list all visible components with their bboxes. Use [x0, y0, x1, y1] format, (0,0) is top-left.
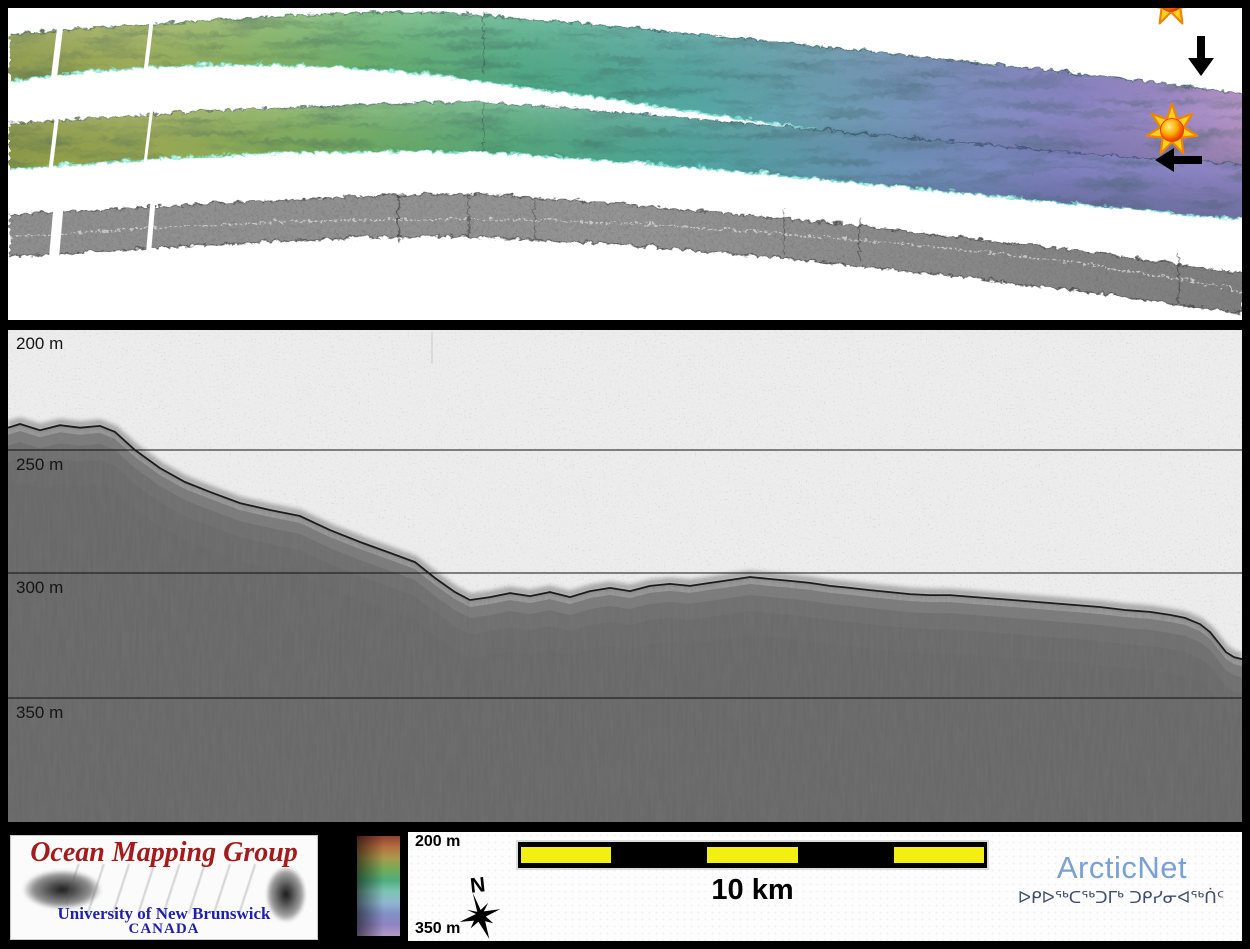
scale-segment-black — [801, 847, 891, 863]
depth-label-200: 200 m — [16, 334, 63, 353]
arcticnet-inuktitut: ᐅᑭᐅᖅᑕᖅᑐᒥᒃ ᑐᑭᓯᓂᐊᖅᑏᑦ — [993, 888, 1249, 908]
depth-colorbar — [357, 836, 400, 936]
scale-bar-label: 10 km — [518, 874, 987, 907]
scale-segment-yellow — [521, 847, 611, 863]
compass-star-icon — [456, 889, 504, 942]
sidescan-swath — [8, 192, 1242, 312]
scale-segment-yellow — [894, 847, 984, 863]
omg-country: CANADA — [11, 921, 317, 938]
depth-label-250: 250 m — [16, 455, 63, 474]
depth-label-300: 300 m — [16, 578, 63, 597]
north-label: N — [469, 873, 486, 897]
omg-logo: Ocean Mapping Group University of New Br… — [10, 835, 318, 940]
scale-segment-black — [614, 847, 704, 863]
depth-label-350: 350 m — [16, 703, 63, 722]
subbottom-echogram: 200 m 250 m 300 m 350 m — [8, 330, 1242, 822]
down-arrow-icon — [1188, 36, 1214, 76]
sun-icon — [1146, 8, 1197, 23]
scale-segment-yellow — [707, 847, 797, 863]
survey-figure: { "top_panel": { "swaths": [ {"name": "b… — [0, 0, 1250, 949]
footer-left-panel: Ocean Mapping Group University of New Br… — [8, 832, 408, 941]
scale-bar — [518, 842, 987, 868]
omg-title: Ocean Mapping Group — [11, 837, 317, 869]
map-footer: Ocean Mapping Group University of New Br… — [8, 832, 1242, 941]
subbottom-echogram-panel: 200 m 250 m 300 m 350 m — [8, 330, 1242, 822]
swath-mosaic — [8, 8, 1242, 320]
arcticnet-logo: ArcticNet — [998, 850, 1246, 886]
swath-mosaic-panel — [8, 8, 1242, 320]
colorbar-top-label: 200 m — [415, 833, 460, 851]
illumination-sun-down — [1146, 8, 1214, 76]
north-arrow: N — [444, 872, 528, 942]
